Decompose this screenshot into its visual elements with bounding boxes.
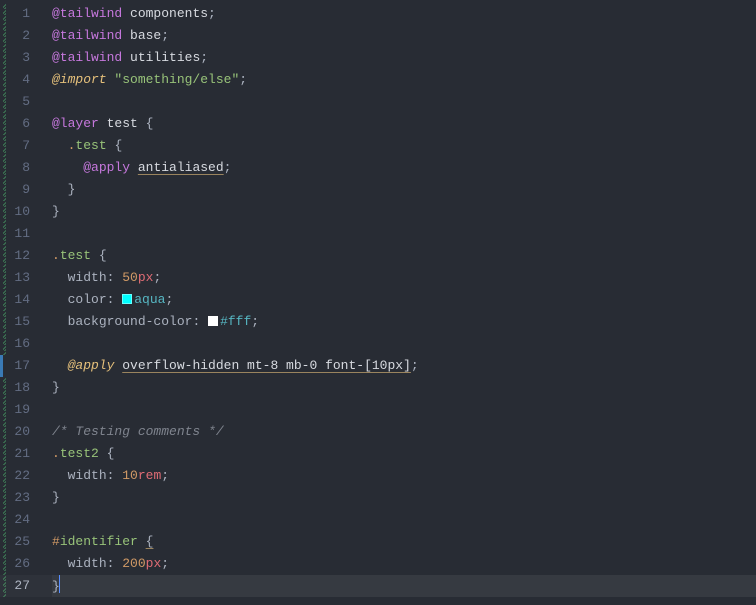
line-number: 7 xyxy=(6,135,34,157)
line-number: 15 xyxy=(6,311,34,333)
code-line[interactable]: @apply overflow-hidden mt-8 mb-0 font-[1… xyxy=(52,355,756,377)
code-line[interactable]: @tailwind components; xyxy=(52,3,756,25)
line-number: 1 xyxy=(6,3,34,25)
code-line[interactable] xyxy=(52,223,756,245)
line-number: 13 xyxy=(6,267,34,289)
line-number: 26 xyxy=(6,553,34,575)
line-number-gutter: 1234567891011121314151617181920212223242… xyxy=(6,0,34,605)
line-number: 4 xyxy=(6,69,34,91)
code-line[interactable]: } xyxy=(52,487,756,509)
line-number: 6 xyxy=(6,113,34,135)
code-line[interactable]: .test { xyxy=(52,135,756,157)
code-line[interactable]: /* Testing comments */ xyxy=(52,421,756,443)
code-line[interactable]: background-color: #fff; xyxy=(52,311,756,333)
code-line[interactable]: width: 50px; xyxy=(52,267,756,289)
line-number: 2 xyxy=(6,25,34,47)
line-number: 14 xyxy=(6,289,34,311)
code-line[interactable]: } xyxy=(52,179,756,201)
line-number: 10 xyxy=(6,201,34,223)
code-line[interactable]: @layer test { xyxy=(52,113,756,135)
code-line[interactable]: .test { xyxy=(52,245,756,267)
line-number: 16 xyxy=(6,333,34,355)
line-number: 20 xyxy=(6,421,34,443)
code-line[interactable]: } xyxy=(52,575,756,597)
code-line[interactable]: #identifier { xyxy=(52,531,756,553)
line-number: 27 xyxy=(6,575,34,597)
code-line[interactable]: width: 200px; xyxy=(52,553,756,575)
line-number: 17 xyxy=(6,355,34,377)
line-number: 21 xyxy=(6,443,34,465)
code-line[interactable]: @apply antialiased; xyxy=(52,157,756,179)
code-line[interactable] xyxy=(52,399,756,421)
code-line[interactable]: } xyxy=(52,201,756,223)
code-line[interactable]: @import "something/else"; xyxy=(52,69,756,91)
line-number: 9 xyxy=(6,179,34,201)
line-number: 11 xyxy=(6,223,34,245)
line-number: 24 xyxy=(6,509,34,531)
code-line[interactable]: .test2 { xyxy=(52,443,756,465)
line-number: 5 xyxy=(6,91,34,113)
code-line[interactable]: color: aqua; xyxy=(52,289,756,311)
line-number: 22 xyxy=(6,465,34,487)
line-number: 19 xyxy=(6,399,34,421)
line-number: 18 xyxy=(6,377,34,399)
code-line[interactable]: width: 10rem; xyxy=(52,465,756,487)
code-area[interactable]: @tailwind components;@tailwind base;@tai… xyxy=(34,0,756,605)
line-number: 8 xyxy=(6,157,34,179)
code-line[interactable] xyxy=(52,509,756,531)
code-line[interactable] xyxy=(52,333,756,355)
code-editor[interactable]: 1234567891011121314151617181920212223242… xyxy=(0,0,756,605)
line-number: 23 xyxy=(6,487,34,509)
line-number: 3 xyxy=(6,47,34,69)
code-line[interactable] xyxy=(52,91,756,113)
code-line[interactable]: @tailwind base; xyxy=(52,25,756,47)
code-line[interactable]: @tailwind utilities; xyxy=(52,47,756,69)
line-number: 25 xyxy=(6,531,34,553)
code-line[interactable]: } xyxy=(52,377,756,399)
line-number: 12 xyxy=(6,245,34,267)
